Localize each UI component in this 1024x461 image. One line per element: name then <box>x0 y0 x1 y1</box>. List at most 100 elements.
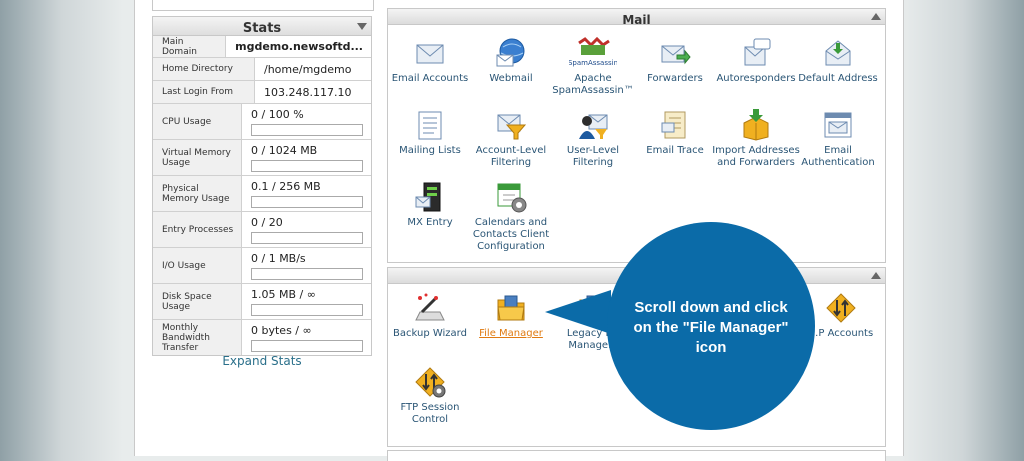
usage-bar <box>251 159 363 172</box>
forwarders-item[interactable]: Forwarders <box>630 37 720 85</box>
stat-label: Disk Space Usage <box>153 284 242 319</box>
account-level-filtering-item[interactable]: Account-Level Filtering <box>466 109 556 169</box>
item-label: User-Level Filtering <box>566 145 620 168</box>
item-label: MX Entry <box>407 217 453 228</box>
top-panel-remnant <box>152 0 374 11</box>
stat-label: Entry Processes <box>153 212 242 247</box>
item-label: Email Accounts <box>391 73 469 84</box>
trace-icon <box>659 109 691 141</box>
stat-row-physical-memory: Physical Memory Usage 0.1 / 256 MB <box>153 176 371 212</box>
stat-value: /home/mgdemo <box>264 62 352 76</box>
file-manager-item[interactable]: File Manager <box>466 292 556 340</box>
item-label: Calendars and Contacts Client Configurat… <box>472 217 550 252</box>
usage-bar <box>251 267 363 280</box>
mailing-list-icon <box>414 109 446 141</box>
stat-value: 0 / 100 % <box>251 107 304 121</box>
email-authentication-item[interactable]: Email Authentication <box>793 109 883 169</box>
webmail-item[interactable]: Webmail <box>466 37 556 85</box>
mx-entry-item[interactable]: MX Entry <box>385 181 475 229</box>
stat-label: Monthly Bandwidth Transfer <box>153 320 242 355</box>
autoresponders-item[interactable]: Autoresponders <box>711 37 801 85</box>
email-trace-item[interactable]: Email Trace <box>630 109 720 157</box>
calendars-contacts-item[interactable]: Calendars and Contacts Client Configurat… <box>466 181 556 253</box>
item-label: Autoresponders <box>716 73 796 84</box>
usage-bar <box>251 195 363 208</box>
item-label: Email Authentication <box>801 145 875 168</box>
stat-value: 103.248.117.10 <box>264 85 352 99</box>
item-label: Apache SpamAssassin™ <box>552 73 634 96</box>
collapse-arrow-icon[interactable] <box>871 13 881 20</box>
globe-envelope-icon <box>495 37 527 69</box>
mx-server-icon <box>414 181 446 213</box>
stat-row-disk-space: Disk Space Usage 1.05 MB / ∞ <box>153 284 371 320</box>
stat-value: mgdemo.newsoftd... <box>235 40 363 53</box>
stat-label: Physical Memory Usage <box>153 176 242 211</box>
backup-wizard-icon <box>414 292 446 324</box>
mail-panel: Mail Email Accounts Webmail SpamAssassin… <box>387 8 886 263</box>
stat-value: 1.05 MB / ∞ <box>251 287 316 301</box>
item-label: Webmail <box>489 73 533 84</box>
stat-value: 0 / 20 <box>251 215 283 229</box>
usage-bar <box>251 231 363 244</box>
stat-label: I/O Usage <box>153 248 242 283</box>
stat-row-cpu: CPU Usage 0 / 100 % <box>153 104 371 140</box>
stat-label: Virtual Memory Usage <box>153 140 242 175</box>
calendar-gear-icon <box>495 181 527 213</box>
expand-stats-link[interactable]: Expand Stats <box>152 354 372 368</box>
stat-label: CPU Usage <box>153 104 242 139</box>
folder-icon <box>495 292 527 324</box>
collapse-arrow-icon[interactable] <box>357 23 367 30</box>
user-level-filtering-item[interactable]: User-Level Filtering <box>548 109 638 169</box>
email-auth-icon <box>822 109 854 141</box>
stat-row-virtual-memory: Virtual Memory Usage 0 / 1024 MB <box>153 140 371 176</box>
item-label: Mailing Lists <box>399 145 461 156</box>
stat-value: 0 / 1024 MB <box>251 143 318 157</box>
backup-wizard-item[interactable]: Backup Wizard <box>385 292 475 340</box>
stat-row-home-directory: Home Directory /home/mgdemo <box>153 58 371 81</box>
item-label: Account-Level Filtering <box>475 145 547 168</box>
ftp-icon <box>825 292 857 324</box>
stats-header[interactable]: Stats <box>153 17 371 36</box>
stats-title: Stats <box>242 21 282 36</box>
stat-label: Home Directory <box>153 58 255 80</box>
ftp-session-icon <box>414 366 446 398</box>
envelope-icon <box>414 37 446 69</box>
stat-row-io: I/O Usage 0 / 1 MB/s <box>153 248 371 284</box>
item-label: Backup Wizard <box>393 328 467 339</box>
stat-value: 0 / 1 MB/s <box>251 251 306 265</box>
stats-panel: Stats Main Domain mgdemo.newsoftd... Hom… <box>152 16 372 356</box>
autoresponder-icon <box>740 37 772 69</box>
spamassassin-icon: SpamAssassin <box>568 36 618 69</box>
stat-row-entry-processes: Entry Processes 0 / 20 <box>153 212 371 248</box>
user-filter-icon <box>577 109 609 141</box>
usage-bar <box>251 339 363 352</box>
mail-panel-header[interactable]: Mail <box>388 9 885 27</box>
ftp-session-control-item[interactable]: FTP Session Control <box>385 366 475 426</box>
stat-row-bandwidth: Monthly Bandwidth Transfer 0 bytes / ∞ <box>153 320 371 355</box>
item-label: FTP Session Control <box>400 402 460 425</box>
forward-envelope-icon <box>659 37 691 69</box>
default-address-item[interactable]: Default Address <box>793 37 883 85</box>
stat-label: Main Domain <box>153 36 227 57</box>
stat-value: 0.1 / 256 MB <box>251 179 321 193</box>
item-label: Forwarders <box>647 73 703 84</box>
callout-text: Scroll down and click on the "File Manag… <box>633 299 789 356</box>
stat-row-last-login: Last Login From 103.248.117.10 <box>153 81 371 104</box>
stat-value: 0 bytes / ∞ <box>251 323 312 337</box>
stat-label: Last Login From <box>153 81 255 103</box>
spamassassin-badge: SpamAssassin <box>569 59 617 67</box>
item-label: Default Address <box>798 73 878 84</box>
import-box-icon <box>740 109 772 141</box>
email-accounts-item[interactable]: Email Accounts <box>385 37 475 85</box>
spamassassin-item[interactable]: SpamAssassin Apache SpamAssassin™ <box>548 36 638 97</box>
default-address-icon <box>822 37 854 69</box>
filter-envelope-icon <box>495 109 527 141</box>
usage-bar <box>251 123 363 136</box>
callout-arrow <box>545 290 611 334</box>
stat-row-main-domain: Main Domain mgdemo.newsoftd... <box>153 36 371 58</box>
usage-bar <box>251 303 363 316</box>
collapse-arrow-icon[interactable] <box>871 272 881 279</box>
item-label: File Manager <box>479 328 543 339</box>
mailing-lists-item[interactable]: Mailing Lists <box>385 109 475 157</box>
import-addresses-item[interactable]: Import Addresses and Forwarders <box>711 109 801 169</box>
